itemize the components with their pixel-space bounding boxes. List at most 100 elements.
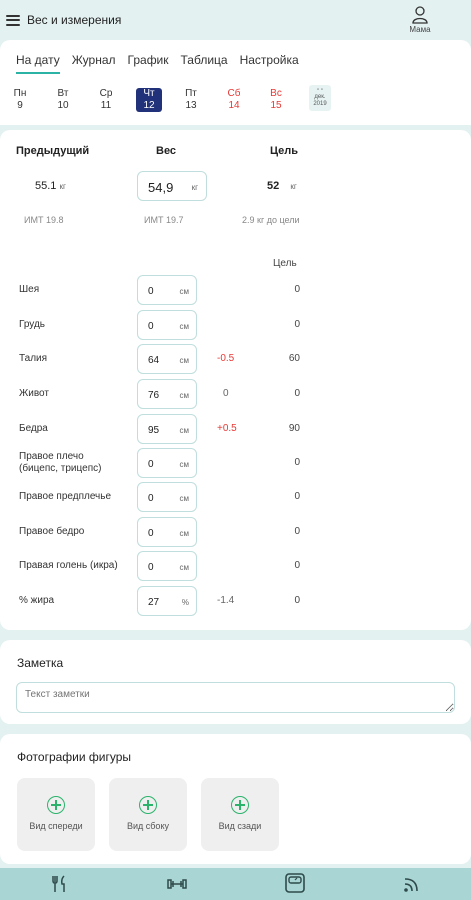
tab-on-date[interactable]: На дату <box>16 53 60 74</box>
day-tuesday[interactable]: Вт 10 <box>50 88 76 112</box>
measurement-goal[interactable]: 0 <box>270 491 300 502</box>
measurement-goal[interactable]: 0 <box>270 388 300 399</box>
photo-front-label: Вид спереди <box>29 821 83 831</box>
photo-front-button[interactable]: Вид спереди <box>17 778 95 851</box>
measurement-goal[interactable]: 60 <box>270 353 300 364</box>
measurement-goal[interactable]: 0 <box>270 526 300 537</box>
tab-journal[interactable]: Журнал <box>72 53 116 74</box>
note-title: Заметка <box>17 656 64 670</box>
measurement-input-waist[interactable]: 64 см <box>137 344 197 374</box>
day-saturday[interactable]: Сб 14 <box>221 88 247 112</box>
goal-weight-unit: кг <box>290 182 297 191</box>
day-thursday-selected[interactable]: Чт 12 <box>136 88 162 112</box>
measurement-diff: -1.4 <box>217 595 235 606</box>
measurement-value: 0 <box>148 528 154 539</box>
measurement-goal[interactable]: 90 <box>270 423 300 434</box>
previous-weight-value: 55.1 <box>35 180 57 192</box>
measurement-label: Правое плечо (бицепс, трицепс) <box>19 451 102 474</box>
day-number: 13 <box>185 100 197 111</box>
week-day-selector: Пн 9 Вт 10 Ср 11 Чт 12 Пт 13 Сб 14 Вс 15 <box>0 88 471 118</box>
photo-side-label: Вид сбоку <box>127 821 169 831</box>
measurement-unit: см <box>179 563 190 572</box>
calendar-year: 2019 <box>313 101 327 107</box>
measurement-input-right-forearm[interactable]: 0 см <box>137 482 197 512</box>
measurement-diff: 0 <box>223 388 229 399</box>
measurement-label: Талия <box>19 353 48 364</box>
measurement-goal[interactable]: 0 <box>270 560 300 571</box>
measurement-unit: см <box>179 287 190 296</box>
measurement-input-belly[interactable]: 76 см <box>137 379 197 409</box>
goal-weight[interactable]: 52 кг <box>267 180 297 192</box>
tab-table[interactable]: Таблица <box>181 53 228 74</box>
day-wednesday[interactable]: Ср 11 <box>93 88 119 112</box>
photo-back-label: Вид сзади <box>218 821 262 831</box>
day-friday[interactable]: Пт 13 <box>178 88 204 112</box>
tab-settings[interactable]: Настройка <box>240 53 299 74</box>
note-card: Заметка <box>0 640 471 724</box>
previous-weight: 55.1 кг <box>35 180 66 192</box>
menu-icon[interactable] <box>6 14 20 26</box>
day-number: 15 <box>270 100 282 111</box>
nav-weight[interactable] <box>284 872 306 899</box>
tab-chart[interactable]: График <box>128 53 169 74</box>
measurement-unit: см <box>179 356 190 365</box>
photo-side-button[interactable]: Вид сбоку <box>109 778 187 851</box>
measurement-input-right-shoulder[interactable]: 0 см <box>137 448 197 478</box>
day-monday[interactable]: Пн 9 <box>7 88 33 112</box>
calendar-month: дек. <box>314 94 326 100</box>
measurement-input-chest[interactable]: 0 см <box>137 310 197 340</box>
weight-header: Вес <box>156 145 177 157</box>
measurement-row-hips: Бедра 95 см +0.5 90 <box>0 414 471 444</box>
measurement-row-right-thigh: Правое бедро 0 см 0 <box>0 517 471 547</box>
add-circle-icon <box>47 796 65 814</box>
measurement-input-right-thigh[interactable]: 0 см <box>137 517 197 547</box>
measurement-goal[interactable]: 0 <box>270 319 300 330</box>
measurement-diff: +0.5 <box>217 423 237 434</box>
app-title: Вес и измерения <box>27 13 122 27</box>
measurement-diff: -0.5 <box>217 353 235 364</box>
weight-input-unit: кг <box>191 183 198 192</box>
goal-header: Цель <box>270 145 299 157</box>
measurement-goal[interactable]: 0 <box>270 457 300 468</box>
measurement-value: 0 <box>148 459 154 470</box>
measurement-unit: см <box>179 460 190 469</box>
weight-measurements-card: Предыдущий Вес Цель 55.1 кг 54,9 кг 52 к… <box>0 130 471 630</box>
measurement-label: Грудь <box>19 319 46 330</box>
previous-bmi: ИМТ 19.8 <box>24 215 64 225</box>
user-icon <box>412 6 428 24</box>
weight-input[interactable]: 54,9 кг <box>137 171 207 201</box>
measurement-row-right-shoulder: Правое плечо (бицепс, трицепс) 0 см 0 <box>0 448 471 478</box>
measurement-value: 95 <box>148 425 160 436</box>
measurement-input-hips[interactable]: 95 см <box>137 414 197 444</box>
measurement-label: Правое предплечье <box>19 491 112 502</box>
body-photos-card: Фотографии фигуры Вид спереди Вид сбоку … <box>0 734 471 864</box>
measurement-goal[interactable]: 0 <box>270 284 300 295</box>
note-input[interactable] <box>16 682 455 713</box>
date-navigation-card: На дату Журнал График Таблица Настройка … <box>0 40 471 125</box>
calendar-button[interactable]: ▫ ▫ дек. 2019 <box>309 85 331 111</box>
measurement-input-right-calf[interactable]: 0 см <box>137 551 197 581</box>
nav-food[interactable] <box>50 874 70 899</box>
measurement-value: 64 <box>148 355 160 366</box>
day-sunday[interactable]: Вс 15 <box>263 88 289 112</box>
measurement-input-body-fat[interactable]: 27 % <box>137 586 197 616</box>
nav-feed[interactable] <box>402 874 422 899</box>
day-number: 9 <box>17 100 23 111</box>
measurement-input-neck[interactable]: 0 см <box>137 275 197 305</box>
measurement-goal[interactable]: 0 <box>270 595 300 606</box>
measurements-goal-header: Цель <box>273 258 297 269</box>
measurement-label: Шея <box>19 284 40 295</box>
day-number: 10 <box>57 100 69 111</box>
measurement-label: Бедра <box>19 423 48 434</box>
weight-input-value: 54,9 <box>148 180 174 195</box>
user-profile-button[interactable]: Мама <box>404 6 436 34</box>
measurement-value: 27 <box>148 597 160 608</box>
photo-back-button[interactable]: Вид сзади <box>201 778 279 851</box>
day-number: 12 <box>143 100 155 111</box>
measurement-unit: % <box>181 598 189 607</box>
nav-workouts[interactable] <box>166 874 188 899</box>
measurement-row-body-fat: % жира 27 % -1.4 0 <box>0 586 471 616</box>
day-name: Вт <box>57 88 69 99</box>
scale-icon <box>285 873 305 893</box>
tab-bar: На дату Журнал График Таблица Настройка <box>16 53 311 74</box>
